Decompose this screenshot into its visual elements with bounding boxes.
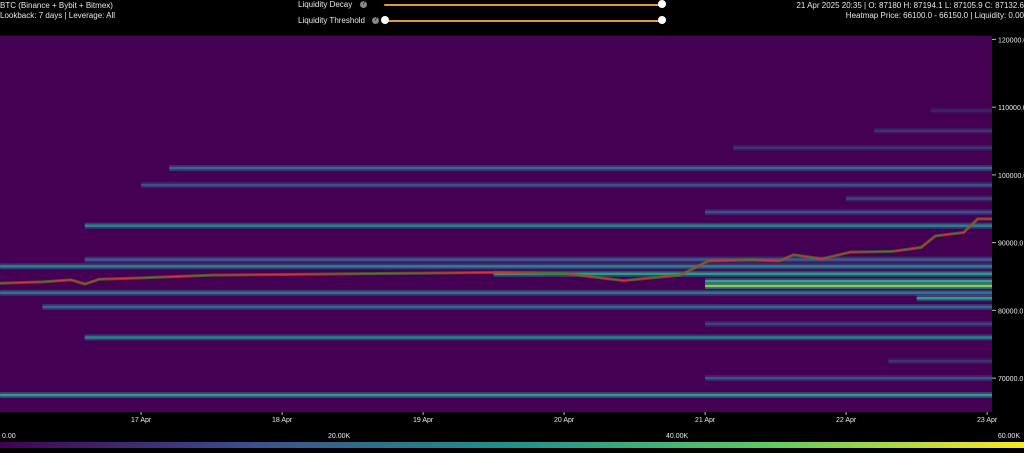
liquidity-threshold-slider[interactable] [384,20,662,22]
x-axis-tick-label: 17 Apr [131,417,152,424]
colorbar [0,442,1024,448]
x-axis-tick-label: 20 Apr [554,417,575,424]
liquidity-band [888,359,992,363]
colorbar-tick-label: 40.00K [666,433,689,440]
liquidity-band [705,322,992,326]
y-axis-tick-label: 100000.0 [998,173,1024,180]
liquidity-band [930,109,992,112]
liquidity-band [84,224,992,227]
liquidity-band [705,376,992,380]
liquidity-band [169,166,993,170]
liquidity-band [916,296,992,300]
liquidity-decay-label: Liquidity Decay [298,0,353,9]
liquidity-decay-knob[interactable] [658,0,666,8]
liquidity-band [141,183,993,187]
liquidity-band [0,291,993,294]
liquidity-band [84,336,992,339]
colorbar-tick-label: 20.00K [328,433,351,440]
colorbar-tick-label: 60.00K [997,433,1020,440]
liquidity-band [705,284,992,288]
y-axis-tick-label: 80000.0 [998,308,1023,315]
liquidity-band [846,197,992,200]
heatmap-info: Heatmap Price: 66100.0 - 66150.0 | Liqui… [845,11,1024,20]
liquidity-band [733,146,992,149]
liquidity-threshold-knob-high[interactable] [658,16,666,24]
liquidity-band [42,305,992,309]
liquidity-band [874,129,992,133]
liquidation-heatmap-chart[interactable]: 120000.0 110000.0 100000.0 90000.0 80000.0 70… [0,36,1024,432]
ohlc-readout: 21 Apr 2025 20:35 | O: 87180 H: 87194.1 … [796,1,1024,10]
liquidity-band [84,258,992,261]
x-axis-panel [0,412,1024,432]
y-axis-panel [992,36,1024,432]
y-axis-tick-label: 70000.0 [998,376,1023,383]
liquidity-decay-help-icon[interactable]: ? [360,1,367,8]
x-axis-tick-label: 21 Apr [695,417,716,424]
liquidity-threshold-help-icon[interactable]: ? [372,17,379,24]
liquidity-threshold-label: Liquidity Threshold [298,16,366,25]
y-axis-tick-label: 120000.0 [998,37,1024,44]
liquidity-band [705,280,992,283]
chart-subtitle: Lookback: 7 days | Leverage: All [0,11,116,20]
liquidity-band [0,265,993,268]
chart-title: BTC (Binance + Bybit + Bitmex) [0,1,113,10]
y-axis-tick-label: 90000.0 [998,241,1023,248]
y-axis-tick-label: 110000.0 [998,105,1024,112]
x-axis-tick-label: 18 Apr [272,417,293,424]
x-axis-tick-label: 23 Apr [977,417,998,424]
liquidity-decay-slider[interactable] [384,4,662,6]
liquidity-band [0,393,993,397]
colorbar-tick-label: 0.00 [2,433,16,440]
liquidity-band [705,210,992,214]
x-axis-tick-label: 19 Apr [413,417,434,424]
header-bar: BTC (Binance + Bybit + Bitmex) Lookback:… [0,0,1024,36]
liquidity-threshold-knob-low[interactable] [381,16,389,24]
x-axis-tick-label: 22 Apr [836,417,857,424]
